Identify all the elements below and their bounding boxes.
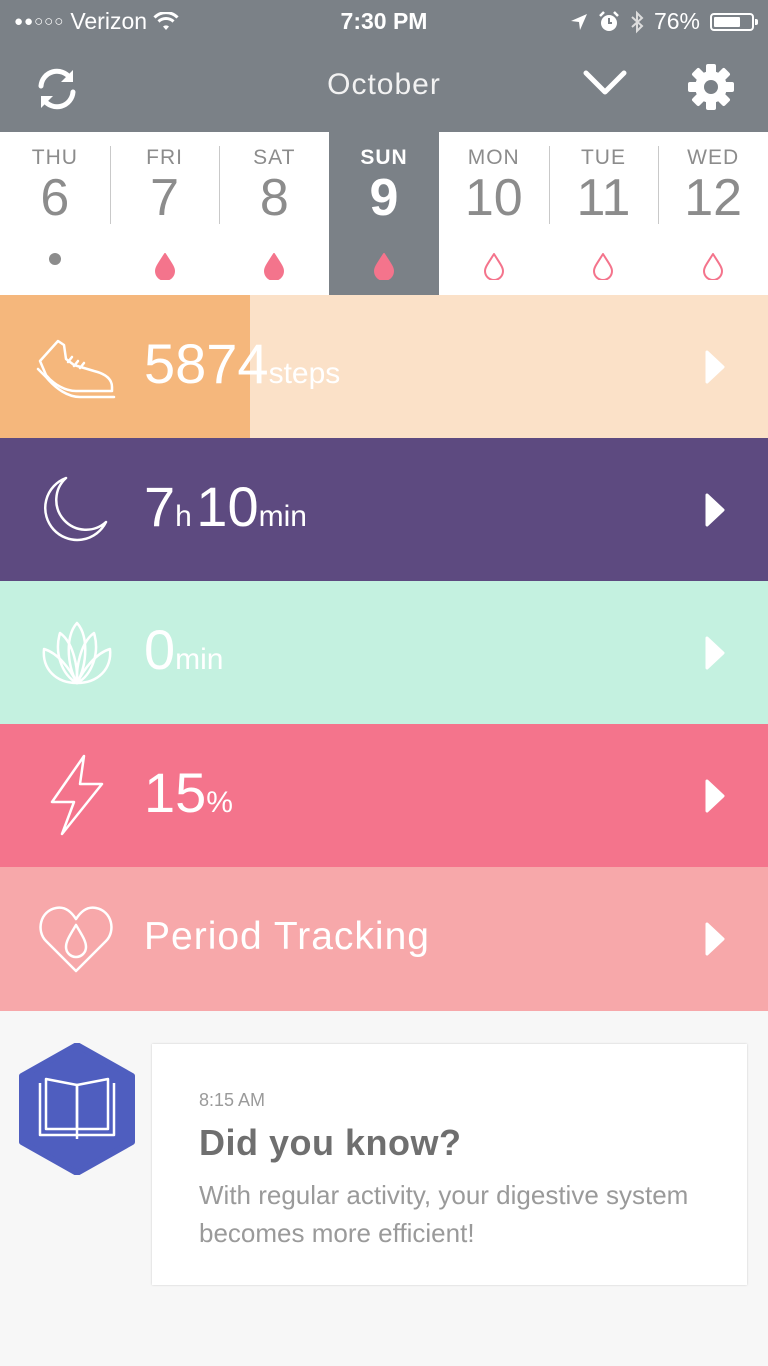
energy-row[interactable]: 15% <box>0 724 768 867</box>
drop-outline-icon <box>549 252 659 280</box>
drop-filled-icon <box>329 252 439 280</box>
month-title[interactable]: October <box>0 68 768 102</box>
day-sat[interactable]: SAT 8 <box>219 132 329 295</box>
chevron-right-icon[interactable] <box>704 921 726 957</box>
bluetooth-icon <box>631 10 644 33</box>
day-name: SAT <box>253 146 296 169</box>
meditation-row[interactable]: 0min <box>0 581 768 724</box>
tip-card[interactable]: 8:15 AM Did you know? With regular activ… <box>152 1044 747 1285</box>
tip-time: 8:15 AM <box>199 1090 266 1110</box>
dot-icon <box>0 252 110 266</box>
app-header: October <box>0 44 768 132</box>
chevron-down-icon[interactable] <box>582 68 628 98</box>
drop-filled-icon <box>110 252 220 280</box>
drop-filled-icon <box>219 252 329 280</box>
day-fri[interactable]: FRI 7 <box>109 132 220 295</box>
energy-value: 15% <box>144 760 233 825</box>
energy-unit: % <box>206 786 233 819</box>
day-number: 12 <box>684 169 743 227</box>
meditation-minutes: 0 <box>144 618 176 681</box>
day-mon[interactable]: MON 10 <box>439 132 549 295</box>
sleep-hours: 7 <box>144 475 176 538</box>
day-name: FRI <box>146 146 183 169</box>
chevron-right-icon[interactable] <box>704 635 726 671</box>
tip-title: Did you know? <box>199 1122 462 1163</box>
location-icon <box>570 13 587 30</box>
sleep-minutes-unit: min <box>258 500 307 533</box>
day-name: WED <box>687 146 740 169</box>
gear-icon[interactable] <box>686 62 736 112</box>
drop-outline-icon <box>658 252 768 280</box>
day-name: TUE <box>580 146 626 169</box>
steps-unit: steps <box>268 357 341 390</box>
alarm-icon <box>599 10 619 31</box>
day-number: 11 <box>576 169 631 227</box>
tip-body: With regular activity, your digestive sy… <box>199 1180 689 1248</box>
day-number: 6 <box>40 169 70 227</box>
battery-icon <box>710 12 758 31</box>
lightning-icon <box>50 754 104 836</box>
sleep-minutes: 10 <box>196 475 259 538</box>
status-right: 76% <box>570 8 758 35</box>
battery-percent: 76% <box>653 8 700 34</box>
day-name: MON <box>467 146 520 169</box>
sleep-hours-unit: h <box>175 500 192 533</box>
steps-row[interactable]: 5874steps <box>0 295 768 438</box>
day-wed[interactable]: WED 12 <box>658 132 768 295</box>
moon-icon <box>44 476 108 542</box>
day-tue[interactable]: TUE 11 <box>548 132 659 295</box>
day-sun[interactable]: SUN 9 <box>329 132 439 295</box>
steps-count: 5874 <box>144 332 269 395</box>
chevron-right-icon[interactable] <box>704 492 726 528</box>
sleep-value: 7h 10min <box>144 474 307 539</box>
meditation-value: 0min <box>144 617 224 682</box>
period-row[interactable]: Period Tracking <box>0 867 768 1011</box>
energy-percent: 15 <box>144 761 207 824</box>
chevron-right-icon[interactable] <box>704 778 726 814</box>
sleep-row[interactable]: 7h 10min <box>0 438 768 581</box>
day-thu[interactable]: THU 6 <box>0 132 110 295</box>
day-number: 10 <box>464 169 523 227</box>
chevron-right-icon[interactable] <box>704 349 726 385</box>
day-name: THU <box>31 146 78 169</box>
steps-value: 5874steps <box>144 331 340 396</box>
day-strip: THU 6 FRI 7 SAT 8 SUN 9 MON 10 TUE 11 WED 12 <box>0 132 768 295</box>
book-icon[interactable] <box>18 1043 136 1175</box>
heart-drop-icon <box>39 906 113 973</box>
day-number: 9 <box>369 169 399 227</box>
day-number: 8 <box>259 169 289 227</box>
meditation-unit: min <box>175 643 224 676</box>
drop-outline-icon <box>439 252 549 280</box>
shoe-icon <box>36 339 116 399</box>
status-bar: ●●○○○ Verizon 7:30 PM 76% <box>0 0 768 44</box>
period-label: Period Tracking <box>144 915 430 958</box>
day-number: 7 <box>150 169 180 227</box>
lotus-icon <box>42 621 112 685</box>
day-name: SUN <box>360 146 408 169</box>
